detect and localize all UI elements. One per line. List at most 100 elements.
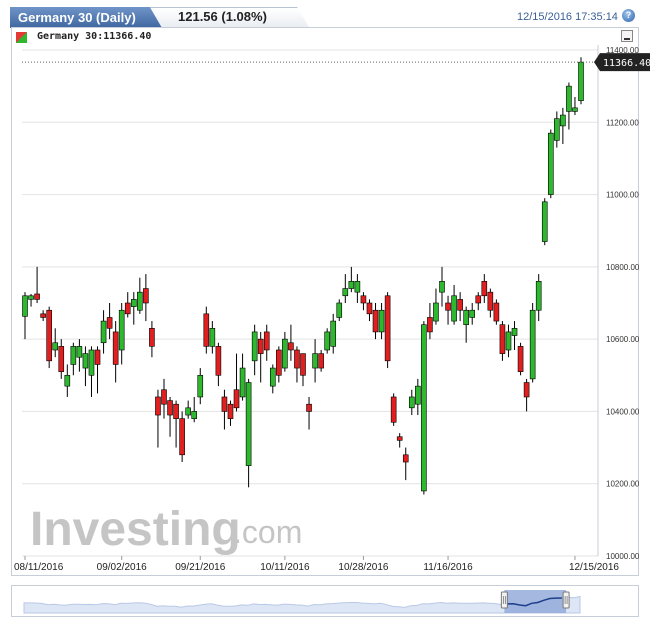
candle xyxy=(427,303,433,340)
watermark: Investing .com xyxy=(30,503,302,556)
candle xyxy=(40,310,46,322)
candle-body xyxy=(149,327,155,347)
candle-body xyxy=(167,400,173,416)
candle xyxy=(185,400,191,419)
candle-body xyxy=(415,385,421,405)
candle-body xyxy=(28,295,34,300)
candles xyxy=(22,57,584,495)
candle-body xyxy=(511,327,518,336)
candle-body xyxy=(318,353,324,369)
candle xyxy=(88,346,95,397)
y-tick-label: 10000.00 xyxy=(606,552,640,561)
candle-body xyxy=(22,295,28,317)
candle-body xyxy=(106,317,113,329)
candle-body xyxy=(269,367,276,387)
candle xyxy=(221,389,228,430)
candle-body xyxy=(360,295,367,304)
candle-body xyxy=(64,374,71,387)
candle-body xyxy=(535,281,542,311)
candle-body xyxy=(324,331,330,351)
candle-body xyxy=(233,389,240,409)
candle-body xyxy=(82,353,89,369)
candle-body xyxy=(469,309,476,318)
candle-body xyxy=(378,309,385,333)
candle xyxy=(402,447,409,481)
candle xyxy=(197,368,204,405)
candle-body xyxy=(288,342,294,351)
candle xyxy=(517,342,524,376)
candle-body xyxy=(330,320,337,347)
candlestick-chart: Investing .com 10000.0010200.0010400.001… xyxy=(14,45,650,614)
candle xyxy=(215,342,222,387)
candle xyxy=(28,293,34,307)
candle xyxy=(318,349,324,372)
candle xyxy=(457,292,463,322)
candle xyxy=(143,274,149,322)
candle xyxy=(112,321,119,383)
candle xyxy=(475,292,482,311)
candle-body xyxy=(118,309,125,351)
candle-body xyxy=(239,367,246,398)
candle xyxy=(312,339,318,383)
candle xyxy=(52,328,59,358)
candle xyxy=(167,396,173,437)
candle xyxy=(487,288,494,318)
candle xyxy=(439,266,445,307)
candle xyxy=(269,364,276,394)
candle-body xyxy=(112,331,119,365)
candle-body xyxy=(348,281,355,289)
candle xyxy=(324,328,330,354)
candle-body xyxy=(366,302,373,315)
candle xyxy=(263,324,270,361)
candle-body xyxy=(209,327,216,347)
x-tick-label: 10/11/2016 xyxy=(260,562,310,573)
candle xyxy=(535,274,542,322)
navigator-handle-left[interactable] xyxy=(500,591,508,609)
candle-body xyxy=(342,288,349,297)
navigator-area xyxy=(23,595,581,614)
candle xyxy=(100,310,107,354)
candle xyxy=(541,198,548,246)
candle xyxy=(239,353,246,401)
candle-body xyxy=(124,302,131,315)
x-tick-label: 09/02/2016 xyxy=(97,562,147,573)
candle xyxy=(179,411,185,463)
candle-body xyxy=(312,353,318,369)
candle-body xyxy=(572,107,578,112)
candle xyxy=(415,378,421,416)
last-price-label: 11366.40 xyxy=(603,58,650,69)
candle-body xyxy=(58,346,65,372)
candle xyxy=(451,284,457,325)
candle-body xyxy=(505,331,512,351)
candle-body xyxy=(396,436,403,441)
candle-body xyxy=(541,201,548,242)
candle-body xyxy=(457,299,463,311)
x-axis: 08/11/2016 09/02/2016 09/21/2016 10/11/2016… xyxy=(14,556,619,573)
candle xyxy=(481,274,488,303)
candle-body xyxy=(221,396,228,412)
candle xyxy=(384,292,391,369)
candle xyxy=(34,266,40,303)
candle xyxy=(421,321,427,495)
navigator-window xyxy=(504,590,567,613)
candle xyxy=(499,321,506,361)
candle xyxy=(523,378,530,412)
candle xyxy=(511,321,518,350)
candle xyxy=(227,400,234,426)
candle xyxy=(378,303,385,340)
candle xyxy=(155,389,161,448)
watermark-suffix: .com xyxy=(233,514,302,550)
candle xyxy=(342,274,349,303)
candle xyxy=(294,346,300,383)
candle-body xyxy=(578,61,584,101)
navigator xyxy=(23,590,581,614)
candle-body xyxy=(191,411,198,419)
candle xyxy=(161,378,167,419)
navigator-handle-right[interactable] xyxy=(562,591,570,609)
candle xyxy=(149,321,155,358)
candle xyxy=(251,324,258,376)
candle xyxy=(58,339,65,379)
y-tick-label: 11000.00 xyxy=(606,191,639,200)
candle-body xyxy=(427,317,433,333)
candle xyxy=(76,339,83,372)
